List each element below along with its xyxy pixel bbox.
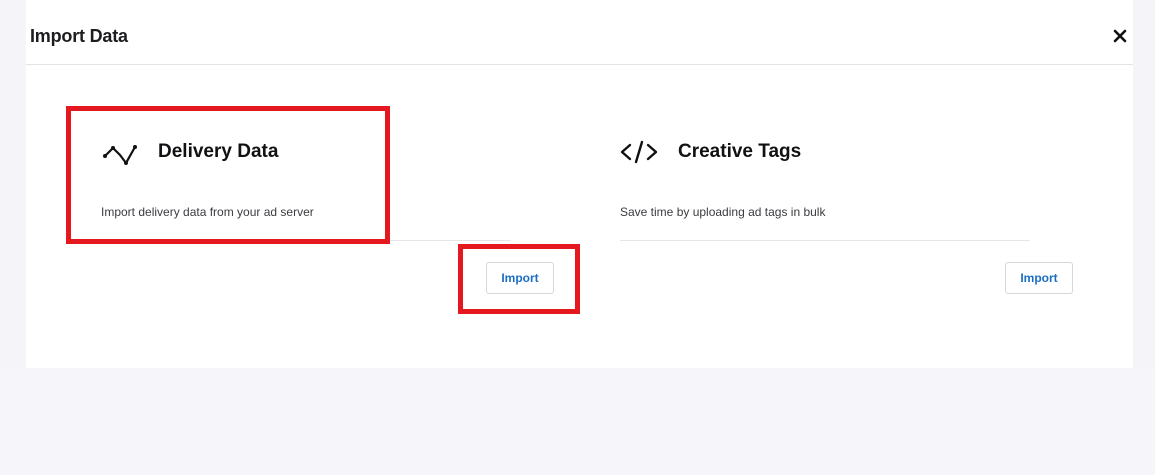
delivery-data-highlight — [66, 106, 390, 244]
creative-tags-divider — [620, 240, 1030, 241]
import-button-highlight — [458, 244, 580, 314]
close-icon[interactable] — [1110, 26, 1130, 46]
dialog-header — [26, 0, 1133, 65]
dialog-title: Import Data — [30, 26, 128, 46]
creative-tags-title: Creative Tags — [678, 141, 802, 162]
creative-tags-import-button[interactable]: Import — [1005, 262, 1073, 294]
creative-tags-description: Save time by uploading ad tags in bulk — [620, 205, 826, 219]
code-icon — [620, 139, 664, 164]
page-background — [0, 370, 1155, 475]
